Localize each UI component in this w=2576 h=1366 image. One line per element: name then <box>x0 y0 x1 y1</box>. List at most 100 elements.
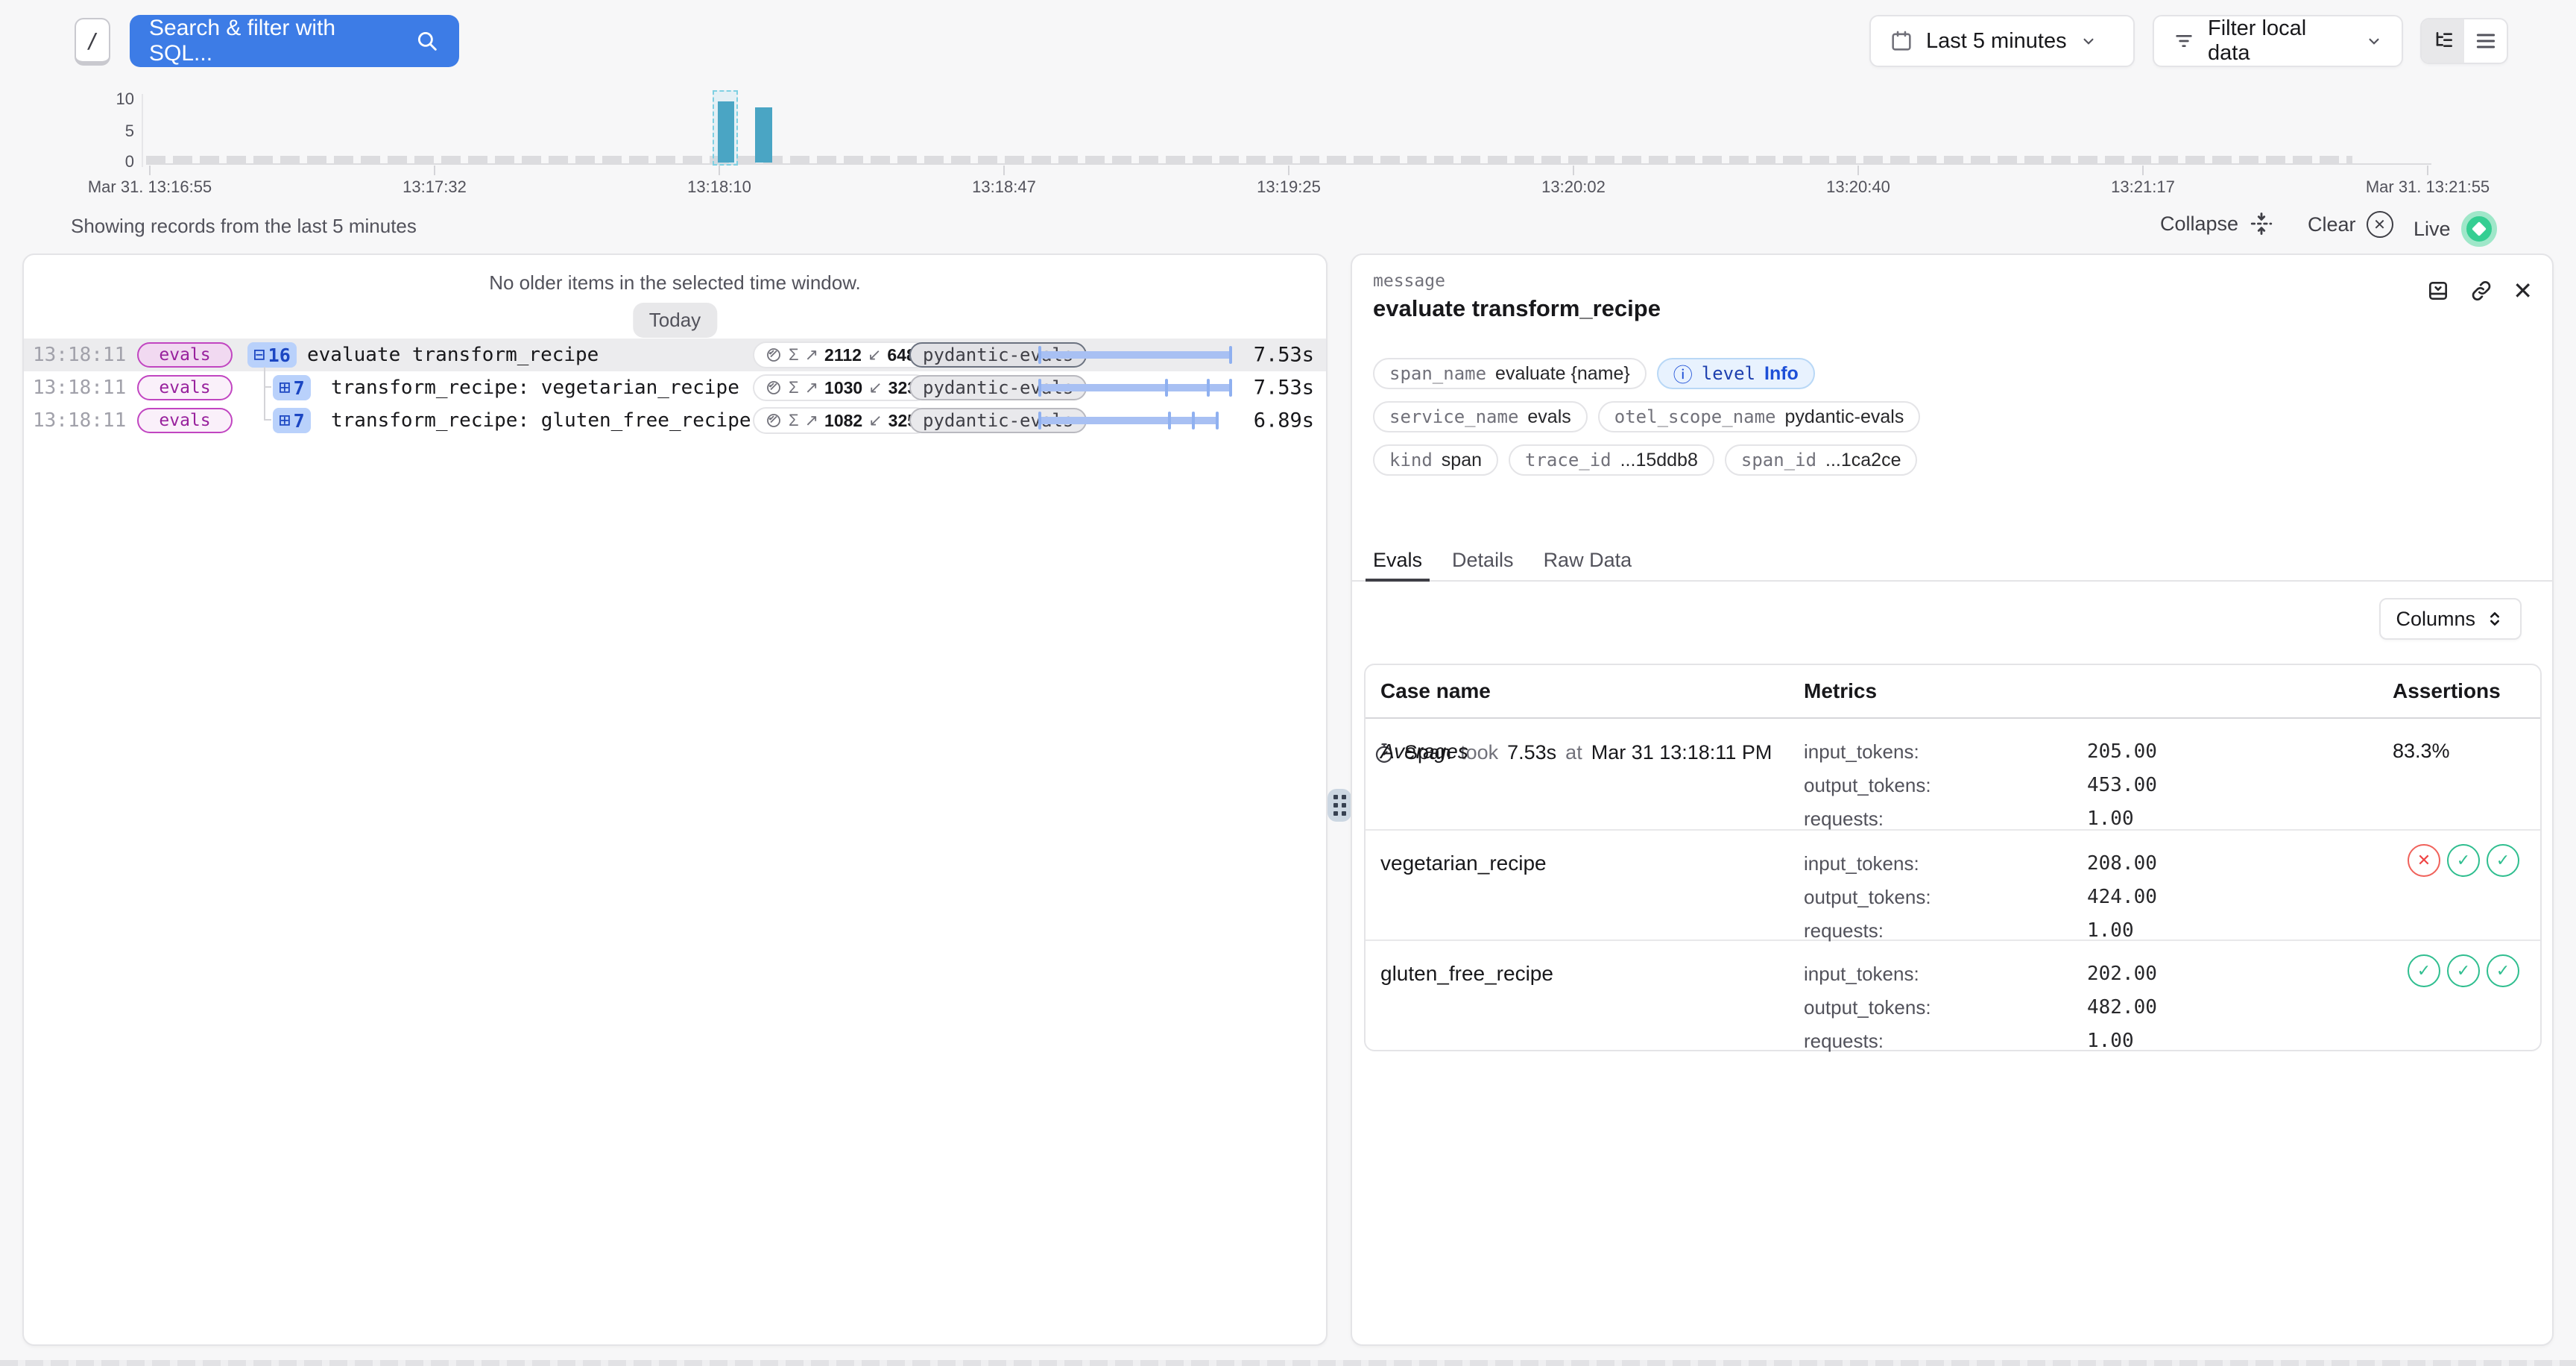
row-timestamp: 13:18:11 <box>33 409 126 432</box>
span-attributes: span_name evaluate {name} ⓘ level Info s… <box>1373 358 1920 476</box>
expand-children-badge[interactable]: ⊞ 7 <box>273 375 311 400</box>
up-down-chevrons-icon <box>2484 608 2505 629</box>
assertion-pass-icon: ✓ <box>2487 844 2519 877</box>
collapse-vertical-icon <box>2249 211 2274 236</box>
evals-badge[interactable]: evals <box>137 408 233 433</box>
columns-button[interactable]: Columns <box>2379 598 2522 640</box>
collapse-label: Collapse <box>2160 213 2238 236</box>
duration-text: 6.89s <box>1254 409 1314 432</box>
tab-details[interactable]: Details <box>1452 549 1514 580</box>
case-name: vegetarian_recipe <box>1380 852 1547 875</box>
duration-bar <box>1040 417 1217 424</box>
close-icon[interactable]: ✕ <box>2513 279 2533 303</box>
metric-labels: input_tokens: output_tokens: requests: <box>1804 735 1931 836</box>
trace-row-gluten-free-recipe[interactable]: 13:18:11 evals ⊞ 7 transform_recipe: glu… <box>24 404 1326 437</box>
y-tick-label: 10 <box>89 89 134 109</box>
span-name: transform_recipe: vegetarian_recipe <box>331 377 739 399</box>
x-tick <box>1003 166 1005 175</box>
case-name: Averages <box>1380 740 1468 764</box>
row-timestamp: 13:18:11 <box>33 344 126 366</box>
showing-records-text: Showing records from the last 5 minutes <box>71 215 417 238</box>
attr-kind[interactable]: kind span <box>1373 444 1498 476</box>
y-tick-label: 0 <box>89 152 134 171</box>
input-tokens: 1030 <box>824 378 862 398</box>
duration-text: 7.53s <box>1254 377 1314 400</box>
detail-tabs: Evals Details Raw Data <box>1352 549 2552 582</box>
metric-labels: input_tokens: output_tokens: requests: <box>1804 847 1931 948</box>
x-tick-label: 13:20:40 <box>1826 177 1890 197</box>
x-tick-label: 13:20:02 <box>1541 177 1606 197</box>
x-tick-label: 13:17:32 <box>402 177 467 197</box>
live-toggle[interactable]: Live <box>2414 211 2497 247</box>
x-tick <box>719 166 720 175</box>
eval-row-averages[interactable]: Averages input_tokens: output_tokens: re… <box>1366 719 2540 831</box>
assertion-pass-icon: ✓ <box>2487 954 2519 987</box>
output-arrow-icon: ↙ <box>868 345 881 365</box>
x-tick-label: Mar 31. 13:16:55 <box>88 177 212 197</box>
histogram-bar[interactable] <box>718 101 734 163</box>
input-tokens: 2112 <box>824 345 862 365</box>
input-arrow-icon: ↗ <box>805 411 818 430</box>
x-tick <box>2142 166 2144 175</box>
panel-resize-handle[interactable] <box>1328 789 1351 822</box>
tab-raw-data[interactable]: Raw Data <box>1544 549 1632 580</box>
expand-children-badge[interactable]: ⊞ 7 <box>273 408 311 433</box>
collapse-button[interactable]: Collapse <box>2160 211 2274 236</box>
x-tick <box>1288 166 1289 175</box>
token-metrics-chip[interactable]: Σ ↗ 1030 ↙ 323 <box>753 374 929 401</box>
copy-link-icon[interactable] <box>2469 279 2493 303</box>
row-timestamp: 13:18:11 <box>33 377 126 399</box>
evals-badge[interactable]: evals <box>137 342 233 368</box>
token-metrics-chip[interactable]: Σ ↗ 2112 ↙ 648 <box>753 342 928 368</box>
clear-button[interactable]: Clear ✕ <box>2308 211 2393 238</box>
trace-row-evaluate-transform-recipe[interactable]: 13:18:11 evals ⊟ 16 evaluate transform_r… <box>24 339 1326 371</box>
y-tick-label: 5 <box>89 122 134 141</box>
trace-row-vegetarian-recipe[interactable]: 13:18:11 evals ⊞ 7 transform_recipe: veg… <box>24 371 1326 404</box>
duration-bar <box>1040 384 1231 391</box>
attr-service-name[interactable]: service_name evals <box>1373 401 1588 432</box>
clear-circle-x-icon: ✕ <box>2367 211 2393 238</box>
sigma-icon: Σ <box>789 411 799 430</box>
eval-row-gluten-free-recipe[interactable]: gluten_free_recipe input_tokens: output_… <box>1366 941 2540 1051</box>
assertion-icons: ✓✓✓ <box>2408 954 2519 987</box>
expand-box-icon: ⊞ <box>279 409 291 432</box>
tab-evals[interactable]: Evals <box>1373 549 1422 580</box>
token-metrics-chip[interactable]: Σ ↗ 1082 ↙ 325 <box>753 407 929 434</box>
child-count: 7 <box>294 377 305 399</box>
no-older-items-text: No older items in the selected time wind… <box>24 271 1326 295</box>
attr-trace-id[interactable]: trace_id ...15ddb8 <box>1509 444 1714 476</box>
timeline-histogram[interactable]: 10 5 0 Mar 31. 13:16:55 13:17:32 13:18:1… <box>0 0 2576 201</box>
attr-span-name[interactable]: span_name evaluate {name} <box>1373 358 1647 389</box>
input-arrow-icon: ↗ <box>805 345 818 365</box>
metric-values: 205.00 453.00 1.00 <box>2087 735 2157 836</box>
histogram-bar[interactable] <box>755 107 772 163</box>
today-pill: Today <box>633 303 717 338</box>
eval-row-vegetarian-recipe[interactable]: vegetarian_recipe input_tokens: output_t… <box>1366 831 2540 941</box>
assertion-pass-icon: ✓ <box>2447 954 2480 987</box>
expand-box-icon: ⊞ <box>279 377 291 399</box>
assertion-fail-icon: ✕ <box>2408 844 2440 877</box>
x-tick <box>434 166 435 175</box>
collapse-children-badge[interactable]: ⊟ 16 <box>247 342 297 368</box>
attr-span-id[interactable]: span_id ...1ca2ce <box>1725 444 1918 476</box>
live-status-icon <box>2461 211 2497 247</box>
assertion-pass-icon: ✓ <box>2408 954 2440 987</box>
col-assertions: Assertions <box>2393 679 2501 703</box>
case-name: gluten_free_recipe <box>1380 962 1553 986</box>
x-axis-zero-dashes <box>146 156 2352 165</box>
output-arrow-icon: ↙ <box>868 411 882 430</box>
x-tick-label: 13:18:10 <box>687 177 751 197</box>
dock-panel-icon[interactable] <box>2426 279 2450 303</box>
tokens-coin-icon <box>765 379 783 397</box>
attr-otel-scope-name[interactable]: otel_scope_name pydantic-evals <box>1598 401 1921 432</box>
x-tick-label: 13:21:17 <box>2111 177 2175 197</box>
child-count: 16 <box>268 344 291 366</box>
clear-label: Clear <box>2308 213 2356 236</box>
span-detail-title: evaluate transform_recipe <box>1373 295 1661 322</box>
attr-level-pill[interactable]: ⓘ level Info <box>1657 358 1815 389</box>
y-axis-line <box>142 94 143 167</box>
tokens-coin-icon <box>765 346 783 364</box>
evals-badge[interactable]: evals <box>137 375 233 400</box>
output-arrow-icon: ↙ <box>868 378 882 397</box>
x-tick-label: 13:19:25 <box>1257 177 1321 197</box>
